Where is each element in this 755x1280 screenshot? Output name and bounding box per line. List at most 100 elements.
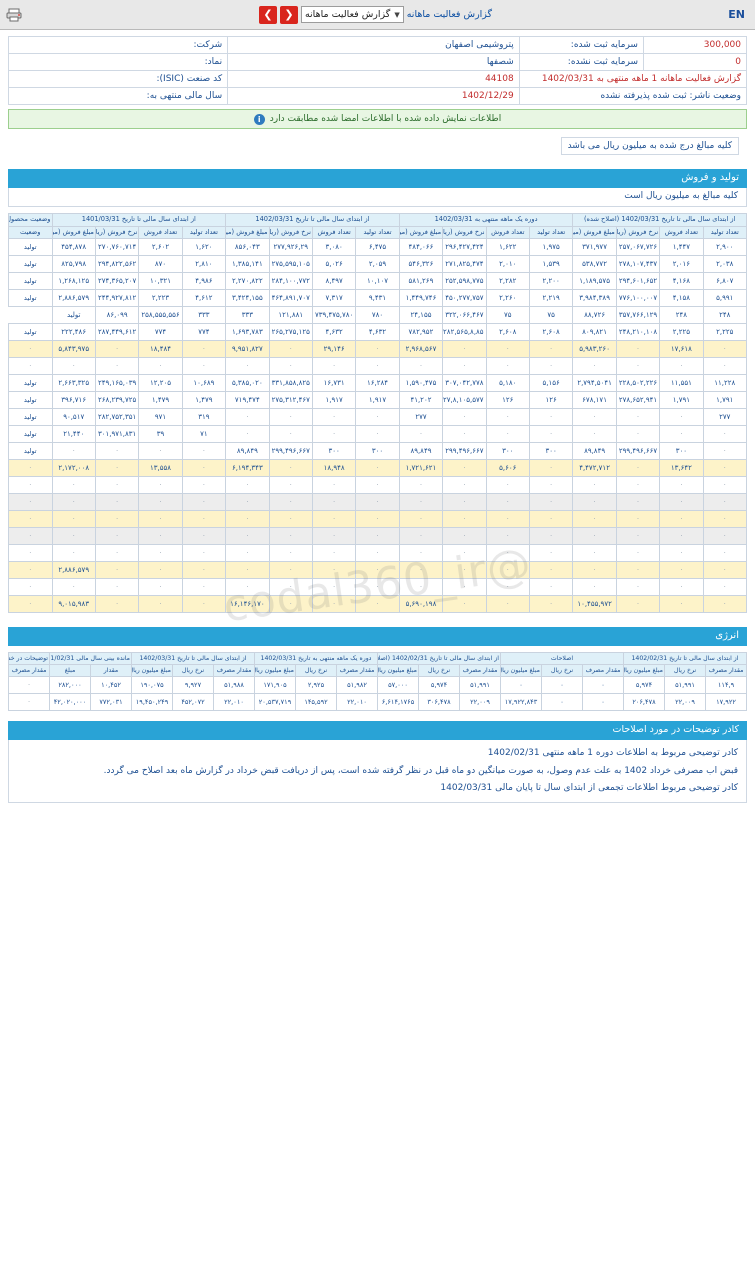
table-cell: · bbox=[615, 425, 661, 444]
table-cell: · bbox=[442, 595, 487, 614]
table-cell: · bbox=[702, 510, 747, 529]
table-cell: ۳۳۳ bbox=[181, 306, 227, 325]
table-cell: ۹,۴۳۱ bbox=[355, 289, 400, 308]
column-header: مقدار مصرف bbox=[582, 664, 624, 678]
table-row: ۲۷۷ · · · · · · ۲۷۷ · · · · ۳۱۹ ۹۷۱ ۲۸۲,۷۵۲,۳۵۱ ۹۰,۵۱۷ ت… bbox=[8, 408, 747, 427]
table-cell: ۹,۹۵۱,۸۲۷ bbox=[225, 340, 270, 359]
table-cell: ۲,۰۱۰ bbox=[485, 255, 530, 274]
table-cell: ۲۵۷,۰۶۷,۷۲۶ bbox=[615, 238, 661, 257]
table-cell: ۲۹۴,۶۰۱,۶۵۲ bbox=[615, 272, 661, 291]
table-cell: · bbox=[528, 561, 574, 580]
table-cell: · bbox=[94, 544, 140, 563]
product-status-cell: تولید bbox=[8, 323, 53, 342]
table-cell: ۱,۴۷۹ bbox=[181, 391, 227, 410]
table-cell: ۲,۲۶۰ bbox=[485, 289, 530, 308]
table-cell: · bbox=[485, 340, 530, 359]
table-cell: ۵۱,۹۹۱ bbox=[459, 676, 501, 695]
correction-note-line: کادر توضیحی مربوط به اطلاعات دوره 1 ماهه… bbox=[487, 748, 738, 759]
table-cell: · bbox=[268, 561, 313, 580]
table-cell: ۹۷۱ bbox=[138, 408, 183, 427]
table-cell: · bbox=[355, 425, 400, 444]
next-report-button[interactable]: ❮ bbox=[279, 5, 298, 24]
table-cell: ۱,۶۲۲ bbox=[485, 238, 530, 257]
table-cell: · bbox=[311, 408, 357, 427]
table-cell: · bbox=[355, 357, 400, 376]
table-cell: · bbox=[702, 442, 747, 461]
printer-icon[interactable] bbox=[6, 8, 22, 22]
column-header: تعداد فروش bbox=[659, 225, 704, 240]
table-cell: · bbox=[94, 561, 140, 580]
table-cell: · bbox=[268, 459, 313, 478]
table-row: ۲,۰۳۸ ۲,۰۱۶ ۲۷۸,۱۰۷,۴۳۷ ۵۳۸,۷۷۲ ۱,۵۳۹ ۲,۰۱۰ ۲۷… bbox=[8, 255, 747, 274]
amount-unit-note-row: کلیه مبالغ درج شده به میلیون ریال می باش… bbox=[8, 133, 747, 155]
report-header-info: 300,000 سرمایه ثبت شده: پتروشیمی اصفهان … bbox=[0, 30, 755, 105]
table-cell: ۱,۶۲۰ bbox=[181, 238, 227, 257]
table-cell: ۷۷۴ bbox=[138, 323, 183, 342]
table-cell: · bbox=[8, 693, 50, 712]
table-cell: ۱۰,۴۵۲ bbox=[90, 676, 132, 695]
table-cell: · bbox=[398, 510, 444, 529]
table-cell: · bbox=[442, 357, 487, 376]
column-header: مقدار مصرف bbox=[459, 664, 501, 678]
table-cell: · bbox=[528, 476, 574, 495]
table-cell: ۵۷,۰۰۰ bbox=[377, 676, 419, 695]
table-cell: ۲۷۵,۳۱۲,۴۶۷ bbox=[268, 391, 313, 410]
column-group-header: اصلاحات bbox=[500, 652, 624, 666]
table-row: · · · · · · · · · · · · · · · · · bbox=[8, 493, 747, 512]
product-status-cell: · bbox=[8, 357, 53, 376]
chevron-right-icon: ❯ bbox=[263, 8, 273, 21]
table-cell: ۲,۲۱۹ bbox=[528, 289, 574, 308]
energy-table-wrapper: از ابتدای سال مالی تا تاریخ 1402/02/31 اص… bbox=[8, 652, 747, 712]
table-cell: ۲۹۴,۸۲۲,۵۶۲ bbox=[94, 255, 140, 274]
product-status-cell: · bbox=[8, 544, 53, 563]
table-cell: ۳,۰۸۰ bbox=[311, 238, 357, 257]
table-cell: ۲۷۷ bbox=[398, 408, 444, 427]
table-cell: ۱۲,۲۰۵ bbox=[138, 374, 183, 393]
table-cell: ۲۰,۵۳۷,۷۱۹ bbox=[254, 693, 296, 712]
report-select-value: گزارش فعالیت ماهانه bbox=[304, 9, 391, 20]
table-cell: · bbox=[355, 476, 400, 495]
table-cell: ۳۹۶,۷۱۶ bbox=[51, 391, 96, 410]
table-row: · · · · · · · · · · · · · · · · · bbox=[8, 476, 747, 495]
report-select[interactable]: ▼ گزارش فعالیت ماهانه bbox=[300, 6, 404, 23]
column-header: مقدار bbox=[90, 664, 132, 678]
column-header: نرخ ریال bbox=[541, 664, 583, 678]
prev-report-button[interactable]: ❯ bbox=[258, 5, 277, 24]
table-cell: · bbox=[659, 578, 704, 597]
period-label: گزارش فعالیت ماهانه 1 ماهه منتهی به 1402… bbox=[518, 70, 748, 88]
table-cell: · bbox=[268, 544, 313, 563]
table-cell: ۲۵۲,۵۹۸,۷۷۵ bbox=[442, 272, 487, 291]
table-cell: ۰ bbox=[500, 676, 542, 695]
table-cell: ۲۵۸,۵۵۵,۵۵۶ bbox=[138, 306, 183, 325]
table-cell: · bbox=[138, 578, 183, 597]
table-cell: ۱۲۱,۸۸۱ bbox=[268, 306, 313, 325]
production-table-head: از ابتدای سال مالی تا تاریخ 1402/03/31 (… bbox=[8, 213, 747, 240]
column-header: تعداد تولید bbox=[181, 225, 227, 240]
table-cell: ۱,۷۹۱ bbox=[702, 391, 747, 410]
info-icon: i bbox=[253, 113, 265, 125]
column-header: مقدار مصرف bbox=[213, 664, 255, 678]
table-cell: · bbox=[225, 357, 270, 376]
product-status-cell: تولید bbox=[8, 272, 53, 291]
table-cell: · bbox=[181, 357, 227, 376]
table-cell: · bbox=[94, 442, 140, 461]
table-cell: · bbox=[268, 408, 313, 427]
table-cell: · bbox=[311, 493, 357, 512]
column-header: تعداد فروش bbox=[138, 225, 183, 240]
table-cell: ۲,۲۸۲ bbox=[485, 272, 530, 291]
table-cell: ۲,۰۱۶ bbox=[659, 255, 704, 274]
table-cell: · bbox=[485, 476, 530, 495]
column-header: مقدار مصرف bbox=[8, 664, 50, 678]
table-cell: ۱۷,۶۱۸ bbox=[659, 340, 704, 359]
table-cell: ۵۸۱,۲۶۹ bbox=[398, 272, 444, 291]
column-header: مقدار مصرف bbox=[705, 664, 747, 678]
table-cell: · bbox=[442, 476, 487, 495]
table-cell: · bbox=[355, 408, 400, 427]
table-cell: ۳۱۹ bbox=[181, 408, 227, 427]
column-header: نرخ ریال bbox=[418, 664, 460, 678]
table-cell: ۱۶,۱۴۶,۱۷۰ bbox=[225, 595, 270, 614]
table-cell: · bbox=[268, 510, 313, 529]
table-cell: ۶,۴۷۵ bbox=[355, 238, 400, 257]
table-cell: ۲۹۹,۴۹۶,۶۶۷ bbox=[442, 442, 487, 461]
table-group-header-row: از ابتدای سال مالی تا تاریخ 1402/02/31 اص… bbox=[8, 652, 747, 666]
